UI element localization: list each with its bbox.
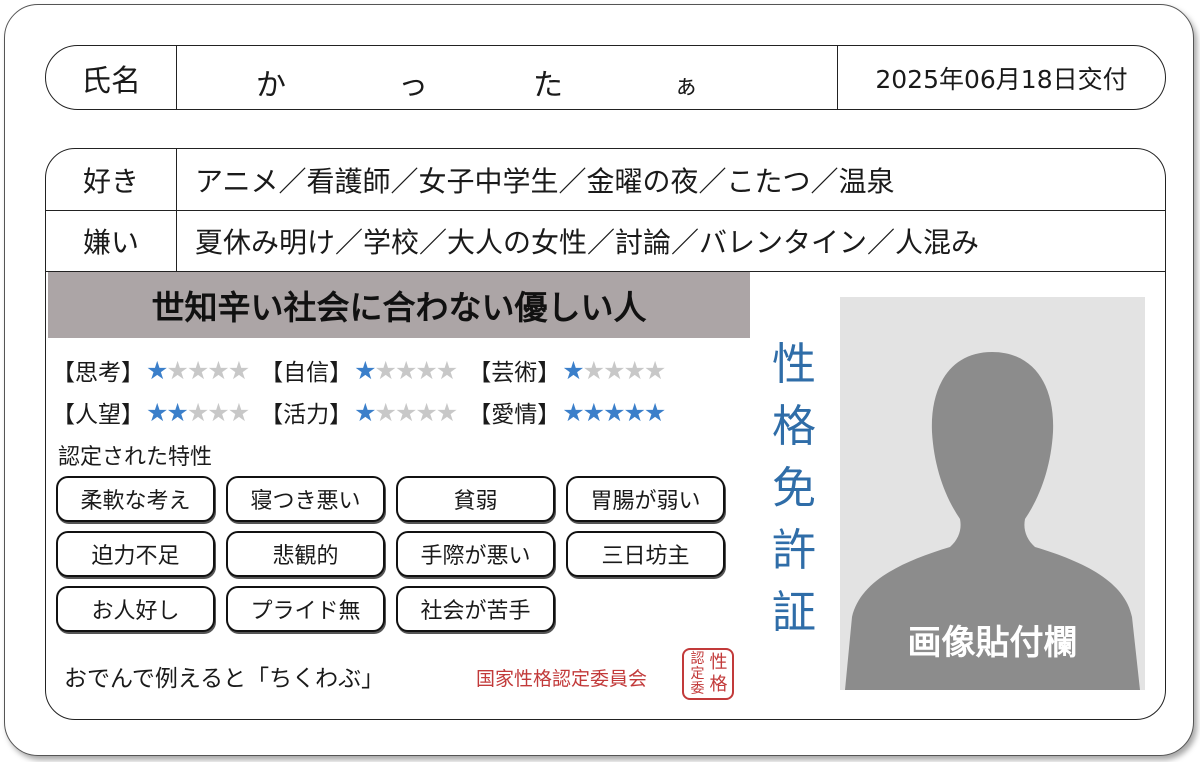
name-row: 氏名 か っ た ぁ 2025年06月18日交付 [45,45,1166,110]
name-value: か っ た ぁ [177,46,837,109]
traits-heading: 認定された特性 [58,445,213,470]
title-char: 証 [772,587,816,638]
star-filled-icon: ★ [354,355,376,385]
title-char: 免 [772,463,816,514]
stat-vitality: 【活力】 ★ ★ ★ ★ ★ [260,395,458,429]
star-filled-icon: ★ [643,397,666,427]
star-empty-icon: ★ [582,355,605,385]
seal-char: 認 [690,651,705,667]
stat-popularity: 【人望】 ★ ★ ★ ★ ★ [52,395,250,429]
star-empty-icon: ★ [186,355,209,385]
star-filled-icon: ★ [582,397,605,427]
trait-tag: 胃腸が弱い [566,476,725,522]
stat-label: 【人望】 [52,402,144,428]
stats-row: 【思考】 ★ ★ ★ ★ ★ 【自信】 ★ ★ ★ ★ ★ 【芸術】 ★ ★ ★ ★ ★ [52,349,676,391]
star-filled-icon: ★ [146,355,168,385]
star-filled-icon: ★ [562,355,584,385]
name-char: っ [398,68,428,103]
star-empty-icon: ★ [207,355,229,385]
trait-tag: 三日坊主 [566,531,725,577]
license-card: 氏名 か っ た ぁ 2025年06月18日交付 好き アニメ／看護師／女子中学… [4,4,1194,756]
star-rating: ★ ★ ★ ★ ★ [562,355,666,385]
profile-box: 好き アニメ／看護師／女子中学生／金曜の夜／こたつ／温泉 嫌い 夏休み明け／学校… [45,148,1166,720]
star-empty-icon: ★ [643,355,666,385]
star-empty-icon: ★ [435,397,458,427]
stat-art: 【芸術】 ★ ★ ★ ★ ★ [468,353,666,387]
trait-tag: 貧弱 [396,476,555,522]
star-rating: ★ ★ ★ ★ ★ [146,355,250,385]
photo-caption: 画像貼付欄 [907,623,1078,663]
stat-thinking: 【思考】 ★ ★ ★ ★ ★ [52,353,250,387]
star-rating: ★ ★ ★ ★ ★ [354,397,458,427]
trait-tag: 柔軟な考え [56,476,215,522]
stat-affection: 【愛情】 ★ ★ ★ ★ ★ [468,395,666,429]
star-empty-icon: ★ [166,355,188,385]
dislikes-label: 嫌い [46,210,177,271]
stat-label: 【愛情】 [468,402,561,428]
star-filled-icon: ★ [166,397,188,427]
star-filled-icon: ★ [146,397,168,427]
stat-label: 【自信】 [260,360,353,386]
dislikes-value: 夏休み明け／学校／大人の女性／討論／バレンタイン／人混み [195,225,980,259]
star-rating: ★ ★ ★ ★ ★ [146,397,250,427]
stat-label: 【芸術】 [468,360,561,386]
trait-tag: 社会が苦手 [396,586,555,632]
trait-tag: 寝つき悪い [226,476,385,522]
stats-panel: 【思考】 ★ ★ ★ ★ ★ 【自信】 ★ ★ ★ ★ ★ 【芸術】 ★ ★ ★ ★ ★ 【人望】 ★ ★… [52,349,676,433]
seal-char: 性 [709,652,728,673]
star-filled-icon: ★ [603,397,625,427]
star-empty-icon: ★ [623,355,645,385]
likes-row: 好き アニメ／看護師／女子中学生／金曜の夜／こたつ／温泉 [46,149,1165,211]
star-filled-icon: ★ [562,397,584,427]
stat-label: 【活力】 [260,402,353,428]
issue-date: 2025年06月18日交付 [837,46,1165,109]
likes-value: アニメ／看護師／女子中学生／金曜の夜／こたつ／温泉 [195,164,895,198]
personality-title: 世知辛い社会に合わない優しい人 [48,272,750,338]
photo-placeholder: 画像貼付欄 [840,297,1145,690]
seal-stamp: 認 定 委 性 格 [682,648,734,700]
trait-tag: 迫力不足 [56,531,215,577]
star-empty-icon: ★ [374,355,397,385]
star-empty-icon: ★ [186,397,209,427]
stat-confidence: 【自信】 ★ ★ ★ ★ ★ [260,353,458,387]
title-char: 性 [772,339,816,390]
star-filled-icon: ★ [623,397,645,427]
seal-char: 定 [690,666,705,682]
star-empty-icon: ★ [435,355,458,385]
star-empty-icon: ★ [394,397,417,427]
trait-tag: 悲観的 [226,531,385,577]
seal-char: 格 [709,674,728,695]
trait-tag: 手際が悪い [396,531,555,577]
star-empty-icon: ★ [374,397,397,427]
name-char: た [533,68,563,103]
committee-name: 国家性格認定委員会 [476,668,648,690]
star-empty-icon: ★ [227,397,250,427]
star-empty-icon: ★ [207,397,229,427]
star-rating: ★ ★ ★ ★ ★ [562,397,666,427]
oden-analogy: おでんで例えると「ちくわぶ」 [64,666,385,692]
trait-tag: お人好し [56,586,215,632]
star-empty-icon: ★ [415,397,437,427]
name-char: ぁ [674,72,698,100]
star-empty-icon: ★ [227,355,250,385]
likes-label: 好き [46,149,177,210]
stats-row: 【人望】 ★ ★ ★ ★ ★ 【活力】 ★ ★ ★ ★ ★ 【愛情】 ★ ★ ★ ★ ★ [52,391,676,433]
license-title-vertical: 性 格 免 許 証 [764,334,824,644]
trait-tag: プライド無 [226,586,385,632]
title-char: 格 [772,401,816,452]
star-rating: ★ ★ ★ ★ ★ [354,355,458,385]
dislikes-row: 嫌い 夏休み明け／学校／大人の女性／討論／バレンタイン／人混み [46,210,1165,272]
star-empty-icon: ★ [603,355,625,385]
name-char: か [256,68,286,103]
name-label: 氏名 [46,46,177,109]
stat-label: 【思考】 [52,360,144,386]
seal-char: 委 [690,681,705,697]
star-filled-icon: ★ [354,397,376,427]
star-empty-icon: ★ [394,355,417,385]
title-char: 許 [772,525,816,576]
star-empty-icon: ★ [415,355,437,385]
